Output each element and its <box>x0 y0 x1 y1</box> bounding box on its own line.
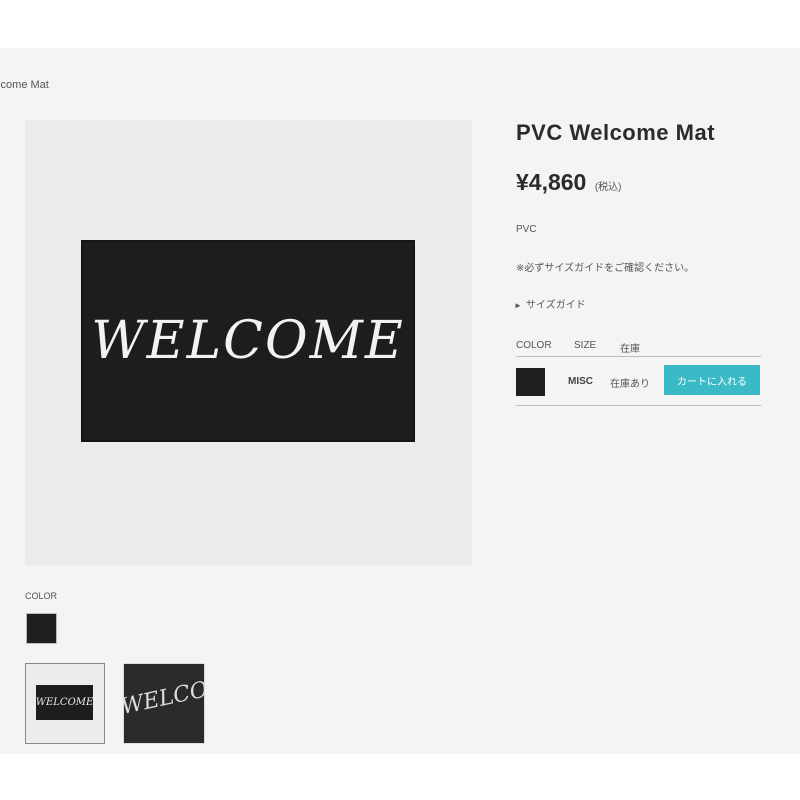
thumbnail-mat-text: WELCOME <box>36 685 93 720</box>
breadcrumb[interactable]: elcome Mat <box>0 79 49 91</box>
header-size: SIZE <box>574 340 597 351</box>
tax-note: (税込) <box>594 182 622 193</box>
header-color: COLOR <box>516 340 552 351</box>
variant-stock: 在庫あり <box>610 379 650 390</box>
variant-table-bottom-rule <box>516 405 761 406</box>
color-label: COLOR <box>25 591 58 601</box>
size-notice: ※必ずサイズガイドをご確認ください。 <box>516 263 695 274</box>
variant-size: MISC <box>568 376 593 387</box>
product-title: PVC Welcome Mat <box>516 120 716 145</box>
thumbnail-1[interactable]: WELCOME <box>25 663 105 744</box>
add-to-cart-button[interactable]: カートに入れる <box>664 365 760 395</box>
product-main-image[interactable]: WELCOME <box>25 120 472 565</box>
header-stock: 在庫 <box>620 344 640 355</box>
thumbnail-closeup-text: WELCOME <box>123 669 205 720</box>
price-row: ¥4,860 (税込) <box>516 169 621 196</box>
thumbnail-2[interactable]: WELCOME <box>123 663 205 744</box>
chevron-right-icon: ► <box>514 301 522 310</box>
product-price: ¥4,860 <box>516 169 587 195</box>
color-swatch-black[interactable] <box>26 613 57 644</box>
mat-logo-text: WELCOME <box>91 311 405 371</box>
variant-table-top-rule <box>516 356 761 357</box>
welcome-mat-image: WELCOME <box>81 240 415 442</box>
variant-color-swatch <box>516 368 545 396</box>
size-guide-link[interactable]: ► サイズガイド <box>514 296 586 311</box>
size-guide-label: サイズガイド <box>525 300 586 311</box>
product-material: PVC <box>516 224 537 235</box>
